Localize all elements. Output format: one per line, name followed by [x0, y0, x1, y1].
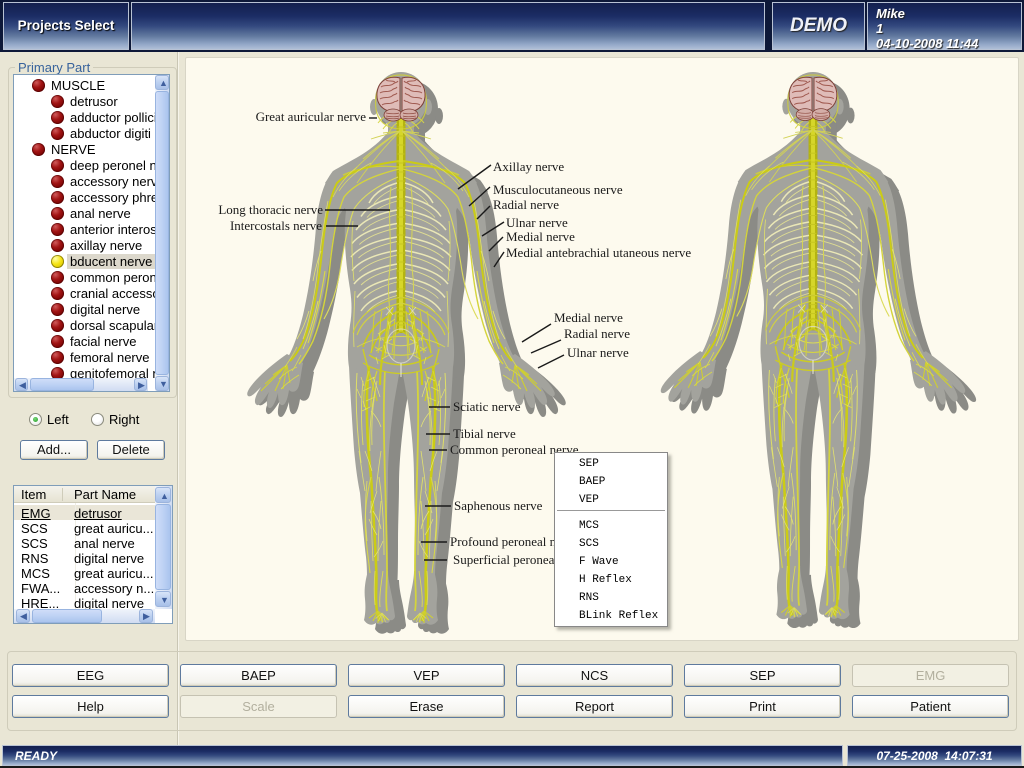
svg-text:Medial nerve: Medial nerve [506, 229, 575, 244]
svg-text:Medial nerve: Medial nerve [554, 310, 623, 325]
svg-text:Great auricular nerve: Great auricular nerve [256, 109, 367, 124]
svg-text:Medial antebrachial utaneous n: Medial antebrachial utaneous nerve [506, 245, 691, 260]
svg-text:Sciatic nerve: Sciatic nerve [453, 399, 521, 414]
svg-text:Intercostals nerve: Intercostals nerve [230, 218, 322, 233]
svg-text:Musculocutaneous nerve: Musculocutaneous nerve [493, 182, 623, 197]
svg-text:Saphenous nerve: Saphenous nerve [454, 498, 543, 513]
svg-text:Radial nerve: Radial nerve [493, 197, 559, 212]
svg-text:Ulnar nerve: Ulnar nerve [567, 345, 629, 360]
svg-text:Tibial nerve: Tibial nerve [453, 426, 516, 441]
svg-text:Long thoracic nerve: Long thoracic nerve [218, 202, 323, 217]
svg-text:Radial nerve: Radial nerve [564, 326, 630, 341]
svg-text:Axillay nerve: Axillay nerve [493, 159, 564, 174]
svg-text:Ulnar nerve: Ulnar nerve [506, 215, 568, 230]
